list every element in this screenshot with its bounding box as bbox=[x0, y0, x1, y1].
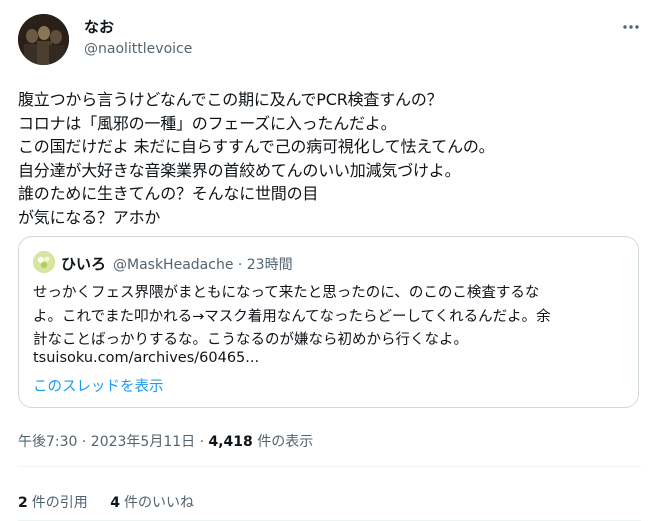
views-label: 件の表示 bbox=[252, 434, 314, 450]
more-horizontal-icon[interactable] bbox=[620, 16, 642, 38]
likes-stat[interactable]: 4 件のいいね bbox=[110, 495, 194, 511]
author-handle[interactable]: @naolittlevoice bbox=[84, 41, 192, 57]
views-count: 4,418 bbox=[208, 434, 253, 450]
quoted-handle-time: @MaskHeadache · 23時間 bbox=[113, 257, 293, 273]
quotes-label: 件の引用 bbox=[31, 495, 88, 511]
author-display-name[interactable]: なお bbox=[84, 16, 114, 37]
likes-count: 4 bbox=[110, 495, 120, 511]
show-thread-link[interactable]: このスレッドを表示 bbox=[33, 375, 164, 396]
quoted-tweet[interactable]: ひいろ @MaskHeadache · 23時間 せっかくフェス界隈がまともにな… bbox=[18, 236, 639, 408]
quoted-text: せっかくフェス界隈がまともになって来たと思ったのに、のこのこ検査するな よ。これ… bbox=[33, 285, 551, 348]
quoted-link[interactable]: tsuisoku.com/archives/60465... bbox=[33, 350, 259, 366]
timestamp[interactable]: 午後7:30 · 2023年5月11日 · bbox=[18, 434, 209, 450]
quoted-display-name: ひいろ bbox=[61, 255, 107, 273]
avatar[interactable] bbox=[18, 14, 69, 65]
divider bbox=[18, 466, 641, 467]
likes-label: 件のいいね bbox=[123, 495, 194, 511]
tweet-stats: 2 件の引用 4 件のいいね bbox=[18, 492, 212, 512]
tweet-text: 腹立つから言うけどなんでこの期に及んでPCR検査すんの？ コロナは「風邪の一種」… bbox=[18, 90, 495, 227]
quotes-count: 2 bbox=[18, 495, 28, 511]
tweet-meta: 午後7:30 · 2023年5月11日 · 4,418 件の表示 bbox=[18, 431, 313, 451]
quotes-stat[interactable]: 2 件の引用 bbox=[18, 495, 88, 511]
quoted-avatar bbox=[33, 251, 55, 273]
